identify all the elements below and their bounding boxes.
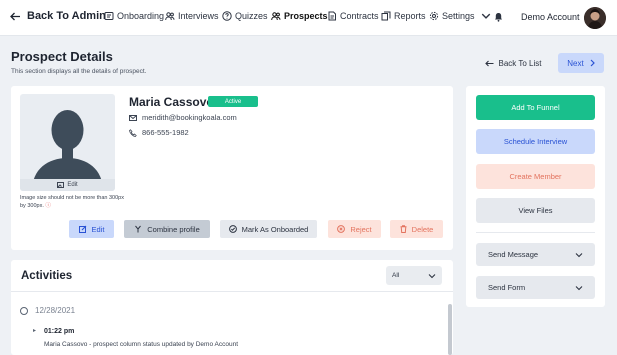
- photo-edit-button[interactable]: Edit: [20, 179, 115, 191]
- user-avatar[interactable]: [584, 7, 606, 29]
- mail-icon: [129, 114, 137, 121]
- activities-filter-select[interactable]: All: [386, 266, 442, 285]
- add-to-funnel-button[interactable]: Add To Funnel: [476, 95, 595, 120]
- image-size-note: Image size should not be more than 300px…: [20, 194, 130, 210]
- edit-icon: [78, 225, 86, 233]
- activities-card: Activities All 12/28/2021 ▸ 01:22 pm Mar…: [11, 260, 453, 355]
- check-circle-icon: [228, 225, 237, 233]
- nav-label: Reports: [394, 11, 426, 21]
- close-circle-icon: [337, 225, 346, 233]
- reject-label: Reject: [350, 224, 372, 234]
- activities-filter-value: All: [392, 272, 400, 279]
- mark-onboarded-label: Mark As Onboarded: [241, 224, 309, 234]
- interviews-icon: [165, 12, 175, 21]
- settings-icon: [429, 11, 439, 21]
- nav-item-onboarding[interactable]: Onboarding: [104, 11, 164, 21]
- chevron-right-icon: [590, 59, 595, 67]
- trash-icon: [400, 225, 407, 233]
- prospect-email: meridith@bookingkoala.com: [142, 113, 237, 122]
- nav-item-interviews[interactable]: Interviews: [165, 11, 219, 21]
- quizzes-icon: [222, 11, 232, 21]
- timeline-dot: [20, 307, 28, 315]
- send-form-dropdown[interactable]: Send Form: [476, 276, 595, 299]
- notifications-bell-icon[interactable]: [494, 12, 503, 22]
- side-divider: [476, 232, 595, 233]
- reports-icon: [381, 11, 391, 21]
- contracts-icon: [328, 11, 336, 21]
- nav-label: Prospects: [284, 11, 328, 21]
- arrow-left-icon: [10, 12, 20, 20]
- nav-label: Interviews: [178, 11, 219, 21]
- prospect-name: Maria Cassovo: [129, 95, 214, 109]
- phone-row: 866-555-1982: [129, 128, 189, 137]
- onboarding-icon: [104, 12, 114, 20]
- phone-icon: [129, 128, 137, 137]
- send-message-label: Send Message: [488, 250, 539, 259]
- nav-item-reports[interactable]: Reports: [381, 11, 426, 21]
- chevron-down-icon: [481, 13, 490, 19]
- activity-time: 01:22 pm: [44, 328, 75, 335]
- schedule-interview-button[interactable]: Schedule Interview: [476, 129, 595, 154]
- create-member-button[interactable]: Create Member: [476, 164, 595, 189]
- nav-item-prospects[interactable]: Prospects: [271, 11, 328, 21]
- send-form-label: Send Form: [488, 283, 526, 292]
- activity-date: 12/28/2021: [35, 306, 76, 315]
- avatar-placeholder-icon: [32, 110, 103, 191]
- image-size-note-text: Image size should not be more than 300px…: [20, 195, 124, 209]
- next-button[interactable]: Next: [558, 53, 604, 73]
- top-navigation: Back To Admin Onboarding Interviews Quiz…: [0, 0, 617, 36]
- prospect-phone: 866-555-1982: [142, 128, 189, 137]
- back-to-list-label: Back To List: [498, 59, 542, 68]
- account-name: Demo Account: [521, 12, 580, 22]
- combine-profile-button[interactable]: Combine profile: [124, 220, 210, 238]
- arrow-left-icon: [484, 60, 493, 67]
- send-message-dropdown[interactable]: Send Message: [476, 243, 595, 266]
- reject-button[interactable]: Reject: [328, 220, 381, 238]
- status-badge: Active: [208, 96, 258, 107]
- profile-card: Edit Image size should not be more than …: [11, 86, 453, 250]
- prospects-icon: [271, 12, 281, 21]
- activities-scrollbar[interactable]: [448, 304, 452, 355]
- activity-description: Maria Cassovo - prospect column status u…: [44, 341, 239, 348]
- combine-profile-label: Combine profile: [147, 224, 200, 234]
- merge-icon: [135, 225, 142, 233]
- delete-label: Delete: [411, 224, 434, 234]
- nav-label: Quizzes: [235, 11, 268, 21]
- back-to-list-button[interactable]: Back To List: [477, 54, 549, 73]
- side-actions-card: Add To Funnel Schedule Interview Create …: [466, 86, 605, 307]
- image-edit-icon: [57, 182, 65, 188]
- activities-divider: [11, 291, 453, 292]
- profile-photo: Edit: [20, 94, 115, 191]
- edit-label: Edit: [91, 224, 105, 234]
- nav-label: Contracts: [340, 11, 379, 21]
- photo-edit-label: Edit: [67, 182, 78, 188]
- back-to-admin-label: Back To Admin: [27, 10, 106, 22]
- page-subtitle: This section displays all the details of…: [11, 68, 147, 75]
- next-label: Next: [567, 58, 584, 68]
- info-warning-icon: ⓘ: [45, 203, 51, 209]
- chevron-right-icon[interactable]: ▸: [33, 327, 36, 334]
- back-to-admin-link[interactable]: Back To Admin: [10, 10, 106, 22]
- delete-button[interactable]: Delete: [390, 220, 443, 238]
- view-files-button[interactable]: View Files: [476, 198, 595, 223]
- chevron-down-icon: [428, 273, 436, 278]
- activities-title: Activities: [21, 270, 73, 282]
- nav-item-quizzes[interactable]: Quizzes: [222, 11, 268, 21]
- nav-item-contracts[interactable]: Contracts: [327, 11, 379, 21]
- chevron-down-icon: [575, 285, 583, 290]
- chevron-down-icon: [575, 252, 583, 257]
- mark-onboarded-button[interactable]: Mark As Onboarded: [220, 220, 317, 238]
- nav-label: Onboarding: [117, 11, 165, 21]
- nav-item-settings[interactable]: Settings: [429, 11, 491, 21]
- email-row: meridith@bookingkoala.com: [129, 113, 237, 122]
- page-title: Prospect Details: [11, 49, 113, 64]
- nav-label: Settings: [442, 11, 475, 21]
- edit-button[interactable]: Edit: [69, 220, 114, 238]
